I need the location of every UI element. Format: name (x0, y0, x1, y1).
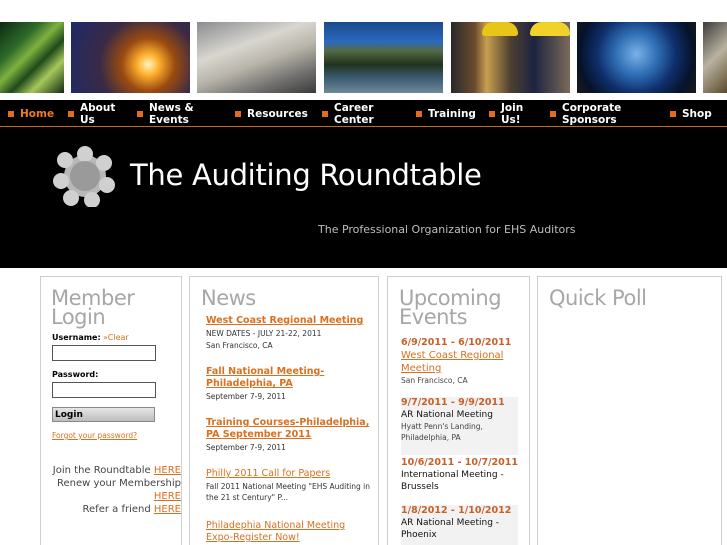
news-item: Philly 2011 Call for Papers Fall 2011 Na… (206, 468, 371, 503)
news-item-meta: Fall 2011 National Meeting "EHS Auditing… (206, 482, 370, 502)
upcoming-events-panel: Upcoming Events 6/9/2011 - 6/10/2011 Wes… (387, 276, 530, 545)
clear-link[interactable]: »Clear (103, 333, 129, 342)
event-date: 1/8/2012 - 1/10/2012 (401, 505, 512, 516)
news-item-meta: San Francisco, CA (206, 341, 273, 350)
event-date: 10/6/2011 - 10/7/2011 (401, 457, 518, 468)
password-label: Password: (52, 370, 99, 379)
orange-square-bullet-icon (322, 110, 328, 117)
partial-photo (703, 22, 727, 93)
username-input[interactable] (52, 345, 156, 361)
member-login-panel: Member Login Username: »Clear Password: … (40, 276, 182, 545)
nav-item-join-us[interactable]: Join Us! (489, 100, 531, 127)
orange-square-bullet-icon (235, 110, 241, 117)
nav-item-home[interactable]: Home (8, 100, 54, 127)
renew-line: Renew your Membership (57, 478, 181, 489)
nav-item-news-events[interactable]: News & Events (137, 100, 205, 127)
events-heading: Upcoming Events (399, 288, 502, 329)
join-text: Join the Roundtable (52, 465, 151, 476)
forgot-password-link[interactable]: Forgot your password? (52, 431, 137, 440)
event-item: 1/8/2012 - 1/10/2012 AR National Meeting… (401, 505, 518, 545)
orange-square-bullet-icon (489, 110, 495, 117)
hardhat-shape (482, 22, 518, 36)
orange-square-bullet-icon (670, 110, 676, 117)
login-button[interactable]: Login (52, 407, 155, 422)
news-item-link[interactable]: Philly 2011 Call for Papers (206, 468, 371, 480)
orange-square-bullet-icon (550, 110, 556, 117)
nav-item-career-center[interactable]: Career Center (322, 100, 384, 127)
heading-line: Login (51, 305, 106, 329)
nav-item-resources[interactable]: Resources (235, 100, 308, 127)
event-item: 10/6/2011 - 10/7/2011 International Meet… (401, 457, 518, 493)
event-date: 6/9/2011 - 6/10/2011 (401, 337, 512, 348)
renew-here-link[interactable]: HERE (154, 491, 181, 502)
renew-here-line: HERE (154, 491, 181, 502)
join-here-link[interactable]: HERE (154, 465, 181, 476)
meeting-table-photo (197, 22, 316, 93)
page: { "nav": { "items": [ {"label": "Home", … (0, 0, 727, 545)
renew-text: Renew your Membership (57, 478, 181, 489)
news-panel: News West Coast Regional Meeting NEW DAT… (189, 276, 379, 545)
globe-in-hands-photo (577, 22, 696, 93)
site-tagline: The Professional Organization for EHS Au… (318, 223, 576, 236)
news-item: Fall National Meeting-Philadelphia, PA S… (206, 366, 371, 402)
news-item-meta: September 7-9, 2011 (206, 392, 286, 401)
main-nav: Home About Us News & Events Resources Ca… (0, 100, 727, 127)
member-login-heading: Member Login (51, 288, 135, 329)
news-item-link[interactable]: Training Courses-Philadelphia, PA Septem… (206, 417, 371, 441)
refer-line: Refer a friend HERE (83, 504, 181, 515)
site-title: The Auditing Roundtable (130, 158, 482, 192)
event-date: 9/7/2011 - 9/9/2011 (401, 397, 505, 408)
nav-item-corporate-sponsors[interactable]: Corporate Sponsors (550, 100, 632, 127)
event-item: 6/9/2011 - 6/10/2011 West Coast Regional… (401, 337, 518, 386)
news-item: Training Courses-Philadelphia, PA Septem… (206, 417, 371, 453)
quick-poll-heading: Quick Poll (549, 286, 647, 310)
heading-line: Events (399, 305, 468, 329)
quick-poll-panel: Quick Poll (537, 276, 722, 545)
welder-photo (71, 22, 190, 93)
orange-square-bullet-icon (68, 110, 74, 117)
news-item: Philadephia National Meeting Expo-Regist… (206, 520, 371, 544)
roundtable-logo-icon (53, 146, 115, 207)
nav-item-training[interactable]: Training (416, 100, 476, 127)
fern-photo (0, 22, 64, 93)
news-item-meta: NEW DATES - JULY 21-22, 2011 (206, 329, 322, 338)
news-item-link[interactable]: West Coast Regional Meeting (206, 315, 371, 327)
river-landscape-photo (324, 22, 443, 93)
orange-square-bullet-icon (8, 110, 14, 117)
event-title: AR National Meeting (401, 410, 493, 420)
event-title: International Meeting - Brussels (401, 470, 504, 492)
event-title: AR National Meeting - Phoenix (401, 518, 500, 540)
hardhat-shape (530, 22, 570, 36)
username-label: Username: (52, 333, 101, 342)
news-item-link[interactable]: Philadephia National Meeting Expo-Regist… (206, 520, 371, 544)
event-location: San Francisco, CA (401, 376, 468, 385)
event-item: 9/7/2011 - 9/9/2011 AR National Meeting … (401, 397, 518, 455)
event-location: Hyatt Penn's Landing, Philadelphia, PA (401, 422, 483, 442)
event-link[interactable]: West Coast Regional Meeting (401, 349, 518, 375)
orange-square-bullet-icon (416, 110, 422, 117)
join-line: Join the Roundtable HERE (53, 465, 181, 476)
nav-item-shop[interactable]: Shop (670, 100, 712, 127)
orange-square-bullet-icon (137, 110, 143, 117)
news-item-meta: September 7-9, 2011 (206, 443, 286, 452)
nav-item-about-us[interactable]: About Us (68, 100, 120, 127)
refer-text: Refer a friend (82, 504, 151, 515)
refer-here-link[interactable]: HERE (154, 504, 181, 515)
password-input[interactable] (52, 382, 156, 398)
news-item-link[interactable]: Fall National Meeting-Philadelphia, PA (206, 366, 371, 390)
news-heading: News (201, 286, 256, 310)
news-item: West Coast Regional Meeting NEW DATES - … (206, 315, 371, 351)
